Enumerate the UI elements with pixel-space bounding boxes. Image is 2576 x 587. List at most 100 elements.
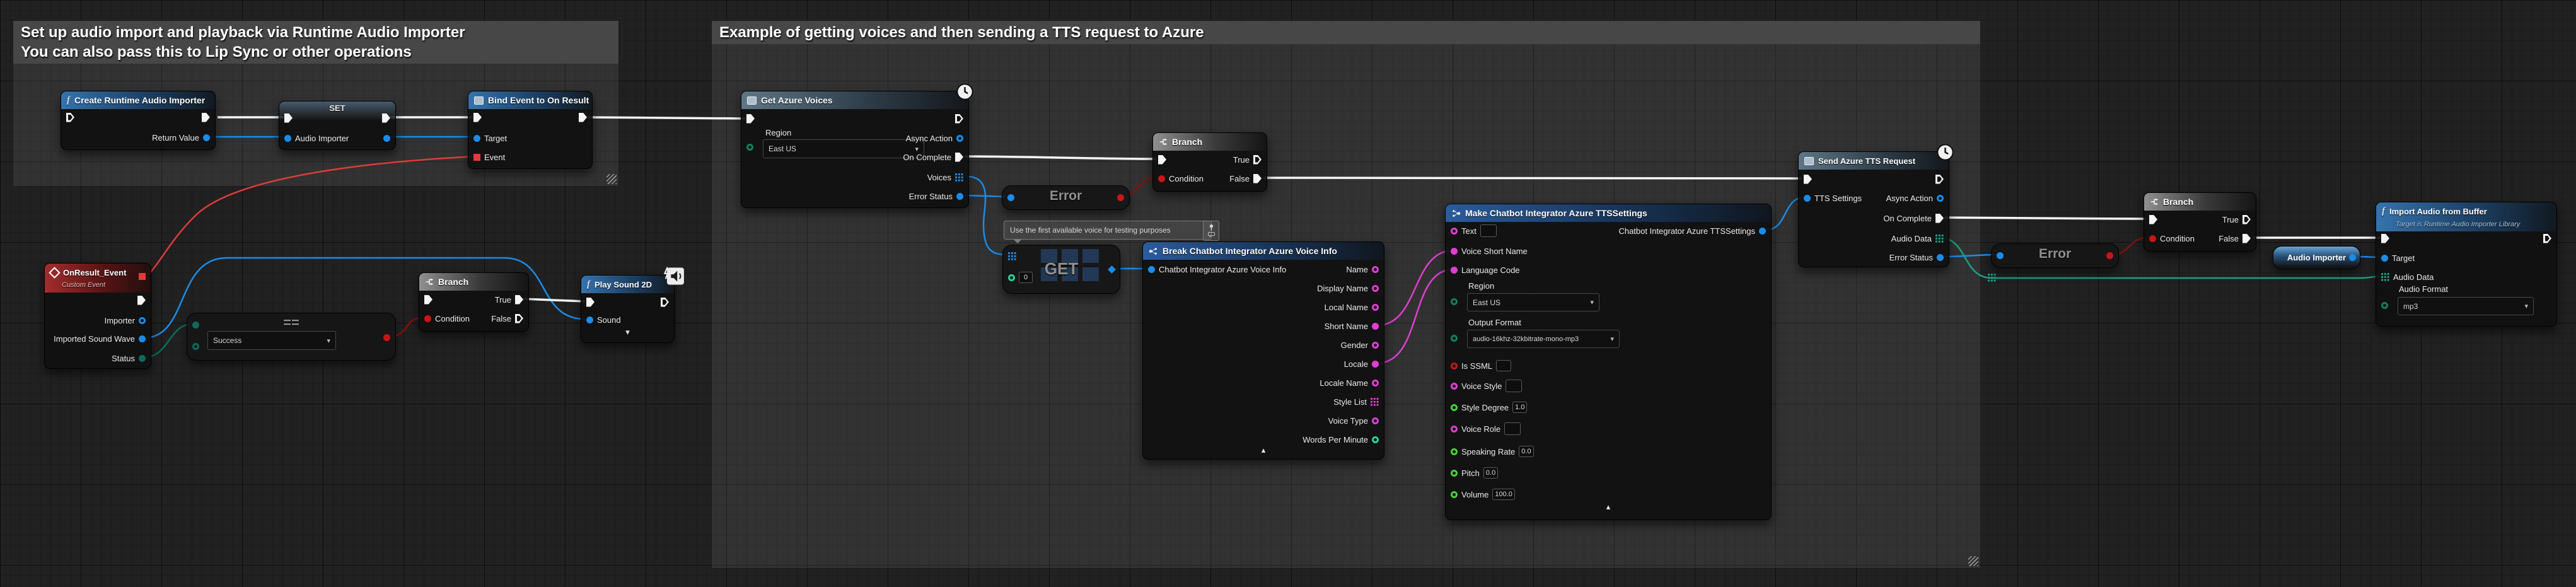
- node-set-audio-importer[interactable]: SET Audio Importer: [279, 101, 396, 150]
- volume-pin[interactable]: Volume 100.0: [1451, 487, 1515, 501]
- condition-pin[interactable]: Condition: [2149, 231, 2195, 245]
- exec-in-pin[interactable]: [284, 111, 293, 125]
- audio-data-pin[interactable]: Audio Data: [2381, 270, 2434, 284]
- node-error-macro-1[interactable]: Error: [1002, 185, 1130, 210]
- delegate-out-pin[interactable]: [139, 273, 146, 280]
- exec-in-pin[interactable]: [746, 112, 755, 125]
- object-out-pin[interactable]: [2349, 254, 2356, 261]
- node-make-azure-ttssettings[interactable]: Make Chatbot Integrator Azure TTSSetting…: [1445, 204, 1772, 520]
- node-send-azure-tts-request[interactable]: Send Azure TTS Request TTS Settings Asyn…: [1798, 151, 1949, 267]
- target-pin[interactable]: Target: [473, 131, 507, 145]
- equals-result-pin[interactable]: [383, 330, 390, 344]
- node-branch-2[interactable]: Branch Condition True False: [1152, 132, 1267, 192]
- audio-data-pin[interactable]: Audio Data: [1891, 231, 1944, 245]
- text-value-box[interactable]: [1480, 224, 1497, 237]
- async-action-pin[interactable]: Async Action: [906, 131, 963, 145]
- element-out-pin[interactable]: [1109, 262, 1115, 276]
- region-dropdown[interactable]: East US ▾: [763, 139, 924, 158]
- node-branch-3[interactable]: Branch Condition True False: [2144, 192, 2256, 252]
- importer-pin[interactable]: Importer: [105, 313, 146, 327]
- wire-shortname-voiceshortname[interactable]: [1377, 250, 1454, 325]
- true-exec-pin[interactable]: True: [1233, 153, 1262, 166]
- wire-voices-get[interactable]: [967, 177, 1007, 255]
- audio-format-dropdown[interactable]: mp3 ▾: [2398, 297, 2534, 315]
- voice-role-box[interactable]: [1504, 422, 1521, 435]
- volume-value[interactable]: 100.0: [1492, 489, 1515, 500]
- true-exec-pin[interactable]: True: [2222, 212, 2251, 226]
- region-pin[interactable]: [746, 140, 753, 154]
- node-branch-1[interactable]: Branch Condition True False: [419, 272, 529, 332]
- return-value-pin[interactable]: Return Value: [152, 131, 210, 144]
- node-create-runtime-audio-importer[interactable]: f Create Runtime Audio Importer Return V…: [61, 91, 216, 150]
- wire-oncomplete-branch3[interactable]: [1944, 218, 2146, 219]
- wire-oncomplete-branch2[interactable]: [965, 156, 1156, 159]
- voice-style-pin[interactable]: Voice Style: [1451, 379, 1522, 393]
- style-degree-value[interactable]: 1.0: [1512, 402, 1527, 413]
- audio-importer-in-pin[interactable]: Audio Importer: [284, 131, 349, 145]
- words-per-minute-pin[interactable]: Words Per Minute: [1303, 433, 1379, 446]
- status-pin[interactable]: Status: [112, 351, 146, 365]
- exec-in-pin[interactable]: [66, 110, 74, 124]
- exec-out-pin[interactable]: [202, 110, 210, 124]
- exec-out-pin[interactable]: [382, 111, 390, 125]
- false-exec-pin[interactable]: False: [1229, 171, 1262, 185]
- exec-out-pin[interactable]: [661, 295, 669, 309]
- voices-array-pin[interactable]: Voices: [927, 170, 963, 184]
- pitch-value[interactable]: 0.0: [1483, 467, 1498, 479]
- style-list-pin[interactable]: Style List: [1333, 395, 1379, 409]
- false-exec-pin[interactable]: False: [491, 311, 523, 325]
- equals-input-b-pin[interactable]: [192, 339, 199, 353]
- node-bind-event-to-on-result[interactable]: Bind Event to On Result Target Event: [468, 91, 593, 169]
- speaking-rate-value[interactable]: 0.0: [1519, 446, 1533, 457]
- async-action-pin[interactable]: Async Action: [1886, 191, 1944, 205]
- array-in-pin[interactable]: [1008, 249, 1016, 263]
- audio-format-pin[interactable]: [2381, 298, 2388, 312]
- exec-in-pin[interactable]: [2149, 212, 2157, 226]
- error-status-pin[interactable]: Error Status: [1889, 250, 1944, 264]
- node-break-azure-voice-info[interactable]: Break Chatbot Integrator Azure Voice Inf…: [1142, 241, 1384, 460]
- exec-out-pin[interactable]: [137, 293, 146, 307]
- region-pin[interactable]: [1451, 294, 1458, 308]
- equals-input-a-pin[interactable]: [192, 318, 199, 332]
- is-ssml-pin[interactable]: Is SSML: [1451, 359, 1511, 373]
- target-pin[interactable]: Target: [2381, 251, 2415, 265]
- gender-pin[interactable]: Gender: [1341, 338, 1379, 352]
- text-pin[interactable]: Text: [1451, 224, 1497, 238]
- exec-in-pin[interactable]: [1158, 153, 1166, 166]
- index-value[interactable]: 0: [1019, 272, 1033, 283]
- error-in-pin[interactable]: [1997, 248, 2004, 262]
- true-exec-pin[interactable]: True: [495, 293, 523, 306]
- tts-settings-pin[interactable]: TTS Settings: [1804, 191, 1862, 205]
- local-name-pin[interactable]: Local Name: [1325, 300, 1379, 314]
- style-degree-pin[interactable]: Style Degree 1.0: [1451, 400, 1527, 414]
- wire-true-playsound[interactable]: [523, 299, 585, 301]
- speaking-rate-pin[interactable]: Speaking Rate 0.0: [1451, 445, 1534, 458]
- collapse-chevron[interactable]: ▴: [1143, 445, 1384, 455]
- exec-in-pin[interactable]: [424, 293, 432, 306]
- node-import-audio-from-buffer[interactable]: f Import Audio from Buffer Target is Run…: [2376, 202, 2557, 327]
- exec-out-pin[interactable]: [2543, 231, 2551, 245]
- node-onresult-custom-event[interactable]: OnResult_Event Custom Event Importer Imp…: [44, 263, 151, 369]
- voice-role-pin[interactable]: Voice Role: [1451, 422, 1521, 436]
- node-array-get[interactable]: GET 0: [1002, 245, 1120, 294]
- locale-pin[interactable]: Locale: [1344, 357, 1379, 371]
- name-pin[interactable]: Name: [1346, 262, 1379, 276]
- on-complete-pin[interactable]: On Complete: [903, 150, 963, 164]
- wire-errorstatus-error2[interactable]: [1942, 255, 1999, 257]
- error-status-pin[interactable]: Error Status: [909, 189, 963, 203]
- output-format-dropdown[interactable]: audio-16khz-32kbitrate-mono-mp3 ▾: [1467, 330, 1620, 348]
- short-name-pin[interactable]: Short Name: [1325, 319, 1379, 333]
- false-exec-pin[interactable]: False: [2219, 231, 2251, 245]
- node-play-sound-2d[interactable]: f Play Sound 2D Sound ▾: [581, 275, 675, 343]
- node-get-azure-voices[interactable]: Get Azure Voices Region East US ▾ Async …: [741, 91, 969, 208]
- pitch-pin[interactable]: Pitch 0.0: [1451, 466, 1498, 480]
- condition-pin[interactable]: Condition: [424, 311, 470, 325]
- voice-short-name-pin[interactable]: Voice Short Name: [1451, 244, 1528, 258]
- exec-in-pin[interactable]: [473, 110, 482, 124]
- node-equal-enum[interactable]: == Success ▾: [187, 313, 396, 361]
- expand-advanced-chevron[interactable]: ▾: [581, 327, 674, 337]
- enum-dropdown-success[interactable]: Success ▾: [207, 331, 336, 350]
- exec-in-pin[interactable]: [586, 295, 595, 309]
- sound-pin[interactable]: Sound: [586, 313, 621, 327]
- region-dropdown[interactable]: East US ▾: [1467, 293, 1599, 311]
